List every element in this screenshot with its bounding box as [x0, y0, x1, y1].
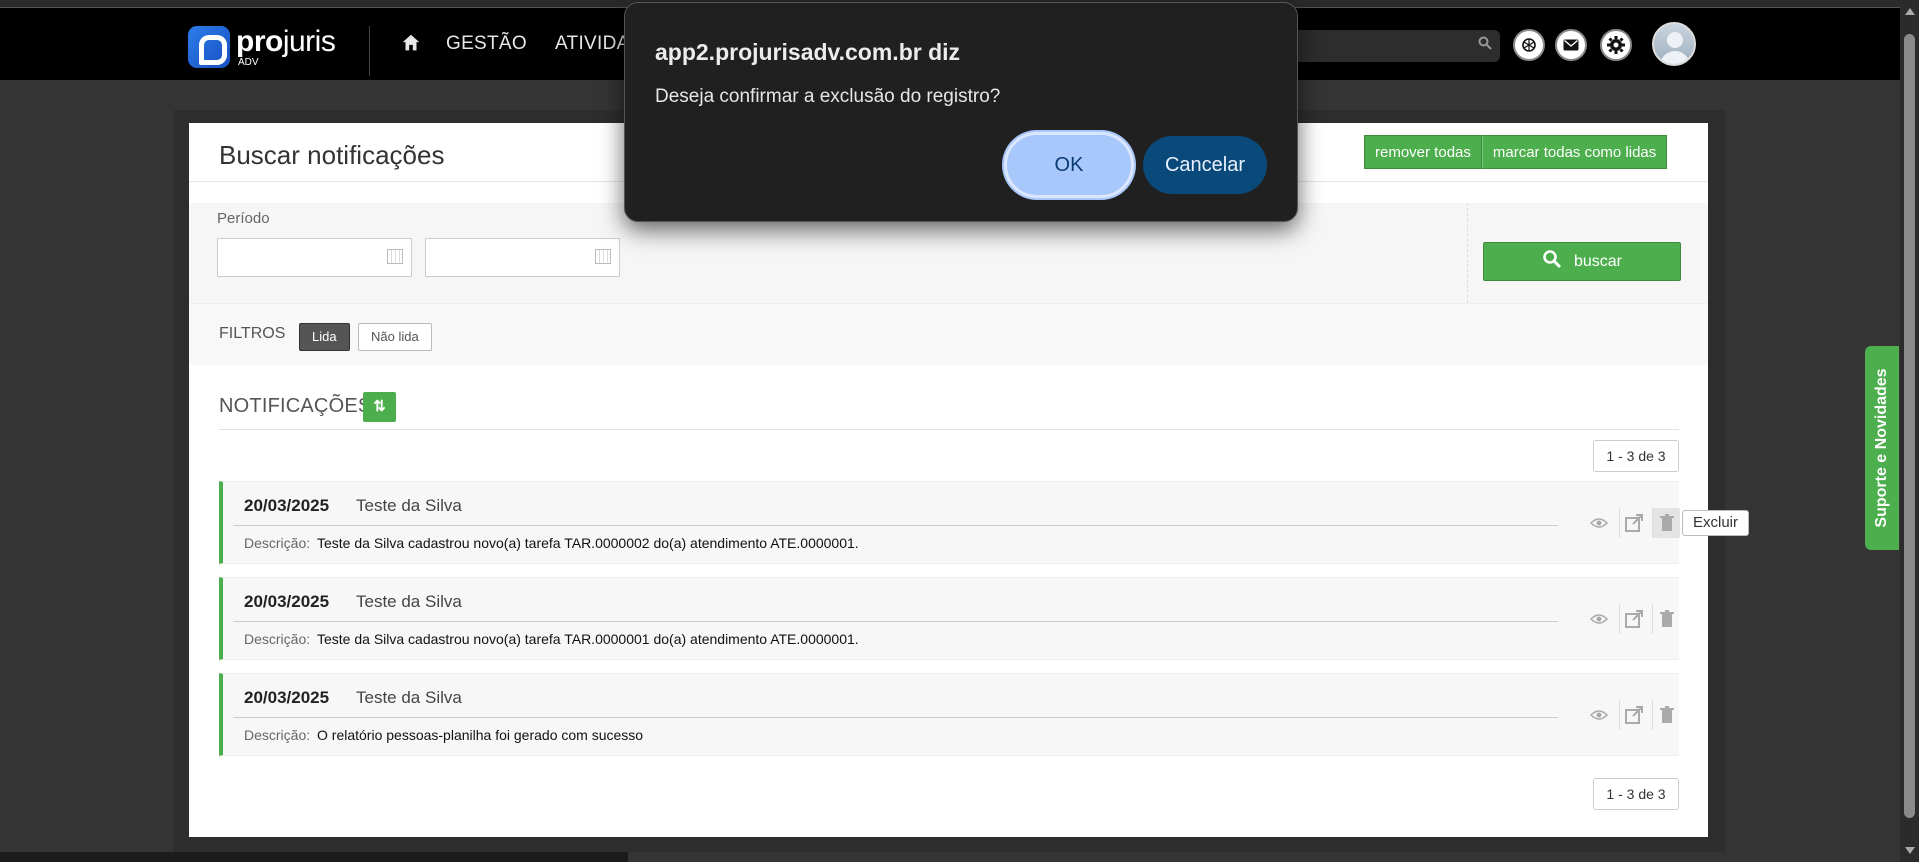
- logo-name-bold: pro: [236, 24, 283, 58]
- filter-read-chip[interactable]: Lida: [299, 323, 350, 351]
- logo-text: projuris ADV: [236, 24, 336, 68]
- search-icon[interactable]: [1478, 36, 1492, 53]
- view-icon[interactable]: [1585, 700, 1613, 730]
- page-title: Buscar notificações: [219, 140, 445, 170]
- support-news-tab[interactable]: Suporte e Novidades: [1865, 346, 1899, 550]
- search-button[interactable]: buscar: [1483, 242, 1681, 281]
- notification-author: Teste da Silva: [356, 592, 462, 611]
- pagination-bottom: 1 - 3 de 3: [1593, 778, 1679, 810]
- notification-date: 20/03/2025: [244, 688, 330, 707]
- view-icon[interactable]: [1585, 508, 1613, 538]
- description-label: Descrição:: [244, 535, 311, 551]
- notification-card: 20/03/2025 Teste da Silva Descrição: Tes…: [219, 481, 1680, 564]
- notification-date: 20/03/2025: [244, 592, 330, 611]
- notifications-divider: [219, 429, 1679, 430]
- card-divider: [233, 525, 1558, 526]
- filter-unread-chip[interactable]: Não lida: [358, 323, 432, 351]
- period-label: Período: [217, 210, 270, 227]
- notification-card: 20/03/2025 Teste da Silva Descrição: Tes…: [219, 577, 1679, 660]
- home-icon[interactable]: [400, 32, 422, 56]
- trash-icon[interactable]: [1652, 508, 1680, 538]
- sort-arrows-icon: ⇅: [373, 398, 386, 415]
- cancel-button[interactable]: Cancelar: [1143, 136, 1267, 194]
- remove-all-button[interactable]: remover todas: [1364, 135, 1482, 169]
- logo-name-rest: juris: [282, 24, 336, 58]
- scroll-down-icon[interactable]: [1905, 847, 1915, 854]
- notifications-panel: Buscar notificações remover todas marcar…: [189, 123, 1708, 837]
- projuris-logo-mark: [188, 26, 230, 68]
- description-label: Descrição:: [244, 727, 311, 743]
- scroll-up-icon[interactable]: [1905, 8, 1915, 15]
- nav-item-gestao[interactable]: GESTÃO: [446, 33, 527, 55]
- confirm-dialog: app2.projurisadv.com.br diz Deseja confi…: [624, 2, 1298, 222]
- trash-icon[interactable]: [1652, 700, 1680, 730]
- notification-description: Teste da Silva cadastrou novo(a) tarefa …: [317, 631, 859, 647]
- calendar-icon[interactable]: [595, 249, 611, 264]
- notifications-heading: NOTIFICAÇÕES: [219, 395, 372, 417]
- date-to-field[interactable]: [425, 238, 620, 277]
- notification-card: 20/03/2025 Teste da Silva Descrição: O r…: [219, 673, 1679, 756]
- delete-tooltip: Excluir: [1682, 510, 1750, 536]
- dialog-title: app2.projurisadv.com.br diz: [655, 39, 961, 65]
- support-news-label: Suporte e Novidades: [1873, 368, 1890, 528]
- mail-icon[interactable]: [1555, 29, 1587, 61]
- open-external-icon[interactable]: [1619, 604, 1647, 634]
- bulk-actions: remover todas marcar todas como lidas: [1364, 135, 1668, 169]
- logo-sub: ADV: [238, 56, 259, 68]
- open-external-icon[interactable]: [1619, 508, 1647, 538]
- user-avatar[interactable]: [1652, 22, 1696, 66]
- mark-all-read-button[interactable]: marcar todas como lidas: [1481, 135, 1668, 169]
- filters-label: FILTROS: [219, 325, 286, 342]
- card-divider: [233, 717, 1558, 718]
- notification-author: Teste da Silva: [356, 496, 462, 515]
- description-label: Descrição:: [244, 631, 311, 647]
- notification-author: Teste da Silva: [356, 688, 462, 707]
- search-icon: [1542, 249, 1562, 274]
- dialog-message: Deseja confirmar a exclusão do registro?: [655, 86, 1001, 107]
- notification-description: O relatório pessoas-planilha foi gerado …: [317, 727, 644, 743]
- search-button-label: buscar: [1573, 252, 1623, 270]
- notification-date: 20/03/2025: [244, 496, 330, 515]
- openai-icon[interactable]: [1513, 29, 1545, 61]
- card-divider: [233, 621, 1558, 622]
- ok-button[interactable]: OK: [1004, 132, 1134, 198]
- sort-button[interactable]: ⇅: [363, 392, 396, 422]
- open-external-icon[interactable]: [1619, 700, 1647, 730]
- logo-name: projuris: [236, 24, 336, 58]
- nav-divider: [369, 26, 370, 76]
- date-from-field[interactable]: [217, 238, 412, 277]
- view-icon[interactable]: [1585, 604, 1613, 634]
- calendar-icon[interactable]: [387, 249, 403, 264]
- trash-icon[interactable]: [1652, 604, 1680, 634]
- filters-area: FILTROS Lida Não lida: [189, 303, 1708, 365]
- pagination-top: 1 - 3 de 3: [1593, 440, 1679, 472]
- scrollbar-thumb[interactable]: [1904, 34, 1915, 818]
- period-separator: [1467, 203, 1468, 303]
- notification-description: Teste da Silva cadastrou novo(a) tarefa …: [317, 535, 859, 551]
- gear-icon[interactable]: [1600, 29, 1632, 61]
- vertical-scrollbar[interactable]: [1900, 0, 1919, 862]
- horizontal-scrollbar[interactable]: [0, 852, 628, 862]
- projuris-logo[interactable]: projuris ADV: [188, 24, 336, 68]
